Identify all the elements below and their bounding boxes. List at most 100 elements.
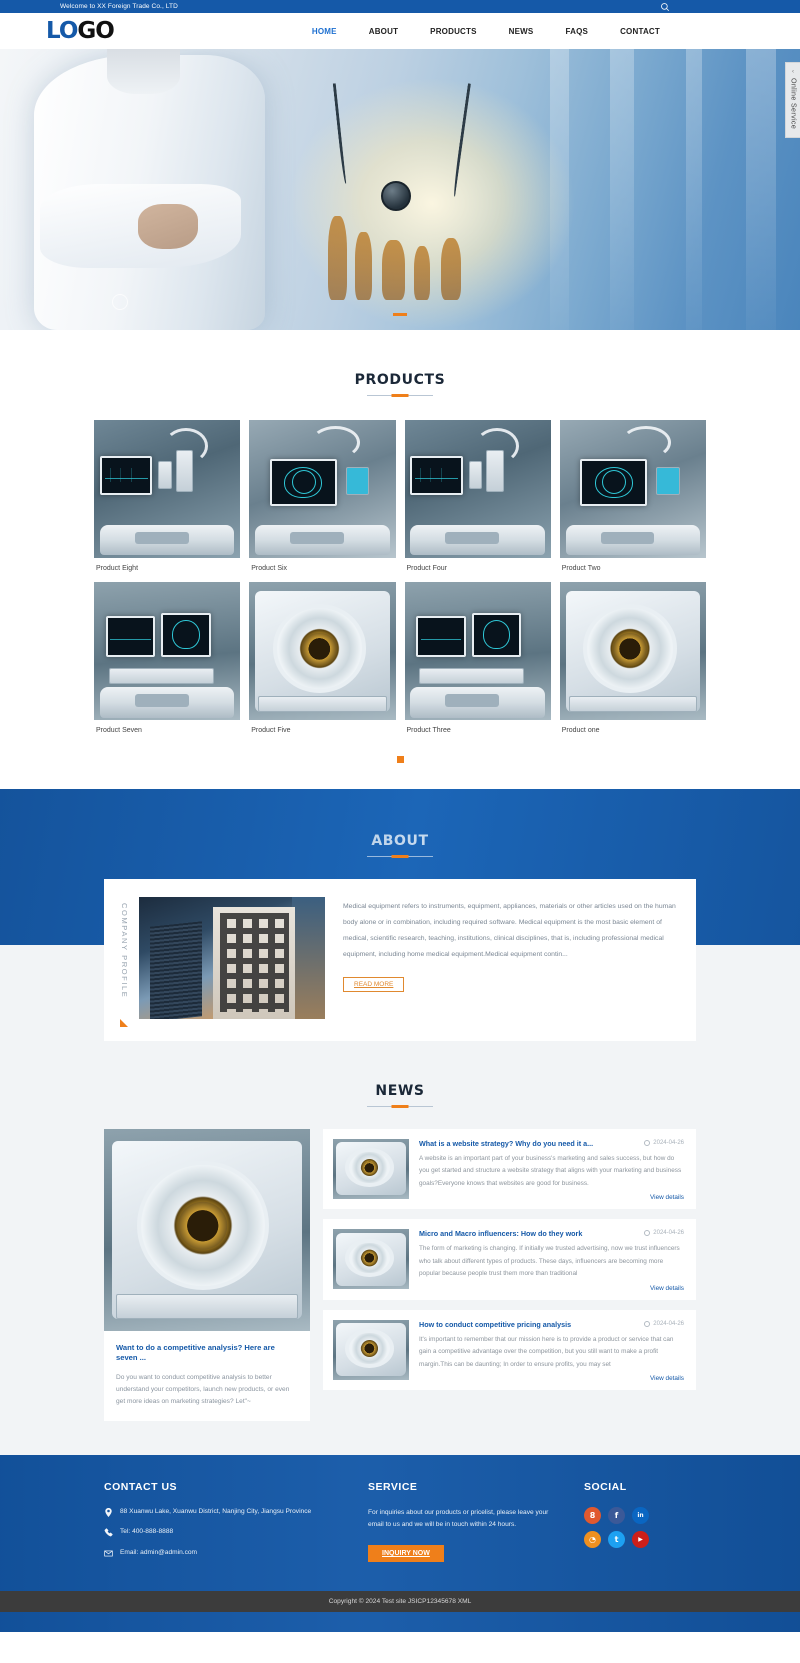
product-card[interactable]: Product Eight — [94, 420, 241, 574]
products-grid: Product Eight Product Six Product Four P… — [94, 420, 706, 736]
company-profile-label: COMPANY PROFILE — [120, 902, 129, 999]
about-title-block: ABOUT — [0, 819, 800, 857]
online-service-label: Online Service — [789, 78, 797, 130]
nav-item-faqs[interactable]: FAQS — [549, 27, 604, 36]
hero-play-button[interactable] — [112, 294, 128, 310]
page-title-news: NEWS — [375, 1082, 425, 1099]
about-text-block: Medical equipment refers to instruments,… — [325, 897, 676, 1019]
chevron-left-icon: ‹ — [792, 69, 794, 75]
twitter-icon[interactable]: t — [608, 1530, 625, 1548]
news-item-desc: The form of marketing is changing. If in… — [419, 1245, 680, 1278]
footer-address-text: 88 Xuanwu Lake, Xuanwu District, Nanjing… — [120, 1507, 312, 1515]
news-feature-title: Want to do a competitive analysis? Here … — [116, 1342, 275, 1363]
footer-contact-heading: CONTACT US — [104, 1480, 178, 1493]
news-item-date: 2024-04-26 — [636, 1139, 684, 1146]
page-title-products: PRODUCTS — [354, 372, 446, 388]
rss-icon[interactable]: ◔ — [584, 1530, 601, 1548]
news-list-item[interactable]: Micro and Macro influencers: How do they… — [323, 1219, 696, 1300]
online-service-tab[interactable]: ‹ Online Service — [785, 62, 800, 139]
phone-icon — [104, 1528, 113, 1537]
news-list-item[interactable]: What is a website strategy? Why do you n… — [323, 1128, 696, 1210]
linkedin-icon[interactable]: in — [632, 1506, 649, 1524]
main-navigation: HOME ABOUT PRODUCTS NEWS FAQS CONTACT — [296, 27, 754, 36]
news-item-title[interactable]: How to conduct competitive pricing analy… — [419, 1320, 636, 1329]
news-layout: Want to do a competitive analysis? Here … — [104, 1128, 696, 1421]
product-thumbnail — [94, 420, 241, 558]
read-more-button[interactable]: READ MORE — [343, 976, 405, 992]
news-title-block: NEWS — [0, 1041, 800, 1107]
footer-email-text[interactable]: Email: admin@admin.com — [120, 1548, 197, 1559]
product-name: Product Three — [406, 727, 451, 735]
clock-icon — [644, 1230, 651, 1237]
news-item-title[interactable]: Micro and Macro influencers: How do they… — [419, 1229, 636, 1238]
footer-service-column: SERVICE For inquiries about our products… — [368, 1481, 558, 1570]
nav-item-about[interactable]: ABOUT — [353, 27, 414, 36]
product-name: Product one — [561, 727, 600, 735]
news-item-view-details[interactable]: View details — [419, 1285, 684, 1292]
product-thumbnail — [249, 420, 396, 558]
product-name: Product Five — [251, 727, 291, 735]
site-header: LOGO HOME ABOUT PRODUCTS NEWS FAQS CONTA… — [0, 13, 800, 49]
news-item-desc: A website is an important part of your b… — [419, 1154, 682, 1187]
product-card[interactable]: Product one — [559, 582, 706, 736]
clock-icon — [644, 1320, 651, 1327]
news-feature-card[interactable]: Want to do a competitive analysis? Here … — [104, 1128, 310, 1421]
search-icon[interactable] — [660, 2, 670, 12]
corner-accent — [120, 1018, 128, 1027]
news-item-thumbnail — [333, 1229, 409, 1290]
youtube-icon[interactable]: ▶ — [632, 1530, 649, 1548]
product-thumbnail — [404, 582, 551, 721]
hero-dot-1[interactable] — [393, 313, 407, 316]
logo-part-primary: LO — [46, 17, 78, 44]
news-feature-image — [104, 1128, 310, 1331]
footer-contact-column: CONTACT US 88 Xuanwu Lake, Xuanwu Distri… — [104, 1481, 342, 1570]
doctor-figure — [16, 49, 320, 330]
product-name: Product Four — [406, 565, 447, 572]
nav-item-contact[interactable]: CONTACT — [604, 27, 676, 36]
product-thumbnail — [94, 582, 241, 721]
hero-pagination — [393, 313, 407, 316]
footer-tel-text[interactable]: Tel: 400-888-8888 — [120, 1527, 173, 1538]
social-icon-list: 8 f in ◔ t ▶ — [584, 1506, 668, 1548]
google-plus-icon[interactable]: 8 — [584, 1506, 601, 1524]
product-card[interactable]: Product Four — [404, 420, 551, 574]
news-list: What is a website strategy? Why do you n… — [323, 1128, 696, 1391]
nav-item-products[interactable]: PRODUCTS — [414, 27, 493, 36]
hero-image — [0, 49, 800, 330]
product-card[interactable]: Product Three — [404, 582, 551, 736]
news-item-date: 2024-04-26 — [636, 1230, 684, 1237]
location-pin-icon — [104, 1507, 113, 1517]
logo[interactable]: LOGO — [46, 17, 115, 44]
copyright-bar: Copyright © 2024 Test site JSICP12345678… — [0, 1591, 800, 1613]
product-card[interactable]: Product Five — [249, 582, 396, 736]
nav-item-home[interactable]: HOME — [296, 27, 353, 36]
stethoscope-icon — [320, 82, 624, 246]
nav-item-news[interactable]: NEWS — [493, 27, 550, 36]
news-list-item[interactable]: How to conduct competitive pricing analy… — [323, 1309, 696, 1391]
product-thumbnail — [559, 582, 706, 721]
news-item-desc: It's important to remember that our miss… — [419, 1335, 674, 1368]
product-card[interactable]: Product Two — [559, 420, 706, 574]
footer-address-row: 88 Xuanwu Lake, Xuanwu District, Nanjing… — [104, 1507, 342, 1518]
title-underline — [367, 855, 433, 857]
news-item-thumbnail — [333, 1319, 409, 1380]
products-section: PRODUCTS Product Eight Product Six Produ… — [0, 330, 800, 789]
about-photo — [139, 896, 325, 1019]
facebook-icon[interactable]: f — [608, 1506, 625, 1524]
product-thumbnail — [404, 420, 551, 558]
product-card[interactable]: Product Seven — [94, 582, 241, 736]
envelope-icon — [104, 1549, 113, 1558]
inquiry-now-button[interactable]: INQUIRY NOW — [368, 1544, 444, 1562]
clock-icon — [644, 1139, 651, 1146]
products-title-block: PRODUCTS — [0, 330, 800, 396]
pagination-dot-1[interactable] — [396, 755, 404, 763]
product-name: Product Six — [251, 565, 288, 572]
news-item-title[interactable]: What is a website strategy? Why do you n… — [419, 1139, 636, 1148]
product-card[interactable]: Product Six — [249, 420, 396, 574]
news-item-thumbnail — [333, 1138, 409, 1199]
news-item-view-details[interactable]: View details — [419, 1194, 684, 1201]
news-item-view-details[interactable]: View details — [419, 1375, 684, 1382]
page-title-about: ABOUT — [371, 832, 429, 849]
footer-email-row: Email: admin@admin.com — [104, 1548, 342, 1559]
title-underline — [367, 1105, 433, 1107]
